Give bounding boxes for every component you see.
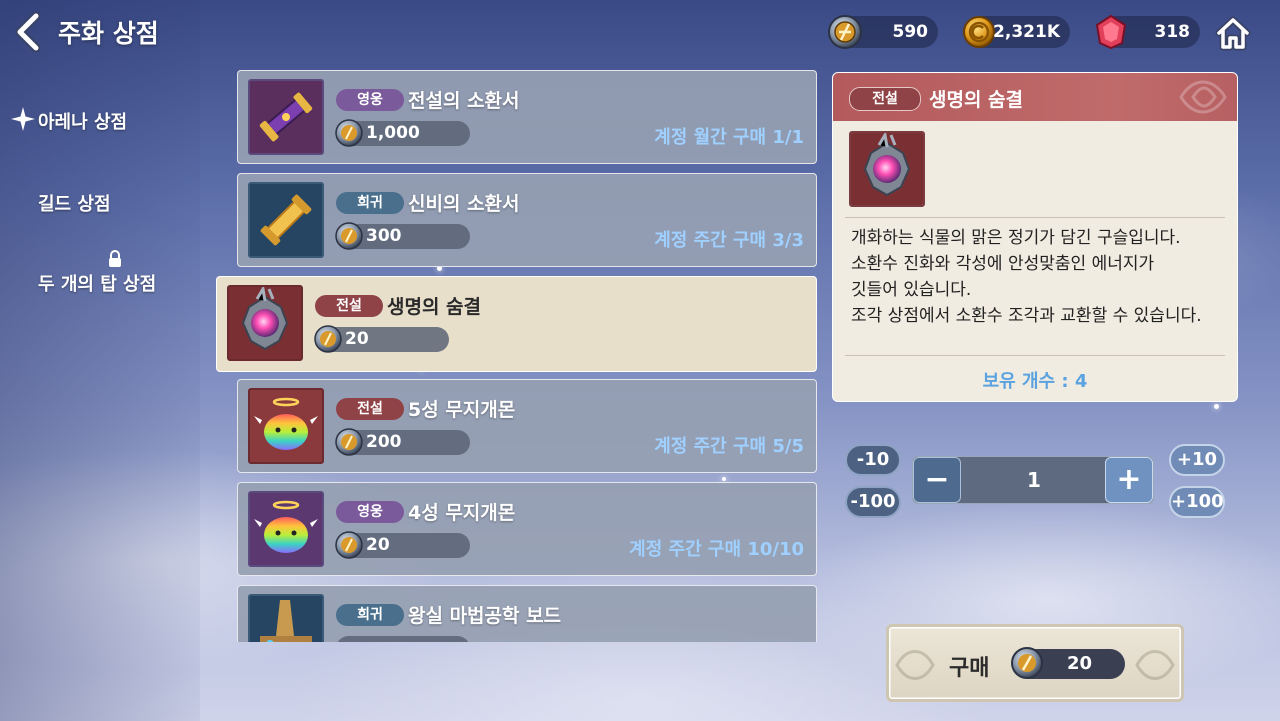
arena-coin-icon [335, 222, 363, 250]
buy-price-value: 20 [1067, 653, 1093, 674]
purchase-limit: 계정 주간 구매 5/5 [654, 436, 804, 457]
grade-badge: 전설 [849, 87, 921, 111]
sidebar-item-two-towers-shop[interactable]: 두 개의 탑 상점 [38, 270, 156, 296]
grade-badge: 전설 [336, 398, 404, 420]
life-breath-orb-icon [227, 285, 303, 361]
item-price: 200 [335, 428, 470, 456]
grade-badge: 희귀 [336, 604, 404, 626]
item-name: 5성 무지개몬 [408, 399, 516, 421]
arena-coin-icon [335, 531, 363, 559]
purchase-limit: 계정 월간 구매 1/1 [654, 127, 804, 148]
description-line: 개화하는 식물의 맑은 정기가 담긴 구슬입니다. [851, 228, 1181, 248]
buy-price: 20 [1011, 647, 1125, 679]
detail-header: 전설 생명의 숨결 [833, 73, 1237, 121]
item-name: 왕실 마법공학 보드 [408, 605, 562, 627]
arena-coin-icon [335, 428, 363, 456]
gold-value: 2,321K [993, 22, 1060, 42]
grade-badge: 희귀 [336, 192, 404, 214]
divider [845, 355, 1225, 356]
item-name: 전설의 소환서 [408, 90, 520, 112]
gold-counter: 2,321K [963, 16, 1070, 48]
shop-item-selected[interactable]: 전설 생명의 숨결 20 [216, 276, 817, 372]
rainbow-slime-icon [248, 388, 324, 464]
page-title: 주화 상점 [58, 19, 159, 48]
sidebar-item-arena-shop[interactable]: 아레나 상점 [38, 108, 127, 134]
arena-coin-icon [314, 325, 342, 353]
price-value: 300 [366, 226, 402, 246]
life-breath-orb-icon [849, 131, 925, 207]
sparkle [1214, 404, 1219, 409]
minus-10-button[interactable]: -10 [845, 444, 901, 476]
description-line: 소환수 진화와 각성에 안성맞춤인 에너지가 [851, 254, 1155, 274]
item-price: 1,000 [335, 119, 470, 147]
buy-button[interactable]: 구매 20 [886, 624, 1184, 702]
arena-coin-icon [1011, 647, 1043, 679]
plus-10-button[interactable]: +10 [1169, 444, 1225, 476]
shop-item-list[interactable]: 영웅 전설의 소환서 1,000 계정 월간 구매 1/1 희귀 신비의 소환서… [210, 62, 830, 642]
plus-100-button[interactable]: +100 [1169, 486, 1225, 518]
active-star-icon [11, 107, 35, 131]
ornament-icon [1135, 650, 1175, 680]
item-name: 신비의 소환서 [408, 193, 520, 215]
item-name: 생명의 숨결 [387, 296, 482, 318]
shop-item[interactable]: 희귀 신비의 소환서 300 계정 주간 구매 3/3 [237, 173, 817, 267]
ornament-icon [895, 650, 935, 680]
quantity-value[interactable]: 1 [961, 457, 1107, 503]
shop-item[interactable]: 희귀 왕실 마법공학 보드 [237, 585, 817, 642]
rainbow-slime-icon [248, 491, 324, 567]
divider [845, 217, 1225, 218]
description-line: 조각 상점에서 소환수 조각과 교환할 수 있습니다. [851, 306, 1202, 326]
quantity-stepper: − 1 + [912, 456, 1154, 504]
gem-value: 318 [1154, 22, 1191, 42]
shop-item[interactable]: 영웅 전설의 소환서 1,000 계정 월간 구매 1/1 [237, 70, 817, 164]
buy-label: 구매 [949, 656, 990, 681]
home-button[interactable] [1214, 14, 1252, 52]
gold-scroll-icon [248, 182, 324, 258]
ornament-icon [1179, 80, 1227, 114]
decrement-button[interactable]: − [913, 457, 961, 503]
sidebar-item-guild-shop[interactable]: 길드 상점 [38, 190, 111, 216]
magic-board-icon [248, 594, 324, 642]
price-value: 200 [366, 432, 402, 452]
home-icon [1215, 16, 1251, 51]
grade-badge: 영웅 [336, 89, 404, 111]
lock-icon [109, 250, 121, 267]
back-button[interactable] [14, 11, 50, 53]
item-price [336, 636, 470, 642]
purchase-limit: 계정 주간 구매 3/3 [654, 230, 804, 251]
price-value: 20 [345, 329, 369, 349]
price-value: 20 [366, 535, 390, 555]
item-detail-panel: 전설 생명의 숨결 개화하는 식물의 맑은 정기가 담긴 구슬입니다. 소환수 … [832, 72, 1238, 402]
purple-scroll-icon [248, 79, 324, 155]
price-value: 1,000 [366, 123, 420, 143]
item-price: 20 [314, 325, 449, 353]
grade-badge: 전설 [315, 295, 383, 317]
grade-badge: 영웅 [336, 501, 404, 523]
arena-coin-value: 590 [892, 22, 929, 42]
arena-coin-icon [335, 119, 363, 147]
item-price: 20 [335, 531, 470, 559]
description-line: 깃들어 있습니다. [851, 280, 972, 300]
purchase-limit: 계정 주간 구매 10/10 [629, 539, 804, 560]
minus-100-button[interactable]: -100 [845, 486, 901, 518]
gem-counter: 318 [1095, 14, 1200, 50]
item-name: 4성 무지개몬 [408, 502, 516, 524]
owned-count: 보유 개수 : 4 [982, 371, 1088, 392]
arena-coin-icon [828, 15, 862, 49]
item-description: 개화하는 식물의 맑은 정기가 담긴 구슬입니다. 소환수 진화와 각성에 안성… [851, 225, 1231, 329]
increment-button[interactable]: + [1105, 457, 1153, 503]
shop-item[interactable]: 전설 5성 무지개몬 200 계정 주간 구매 5/5 [237, 379, 817, 473]
item-price: 300 [335, 222, 470, 250]
red-gem-icon [1095, 14, 1127, 50]
shop-item[interactable]: 영웅 4성 무지개몬 20 계정 주간 구매 10/10 [237, 482, 817, 576]
detail-item-name: 생명의 숨결 [929, 89, 1024, 111]
chevron-left-icon [15, 11, 41, 53]
arena-coin-counter: 590 [828, 15, 938, 49]
